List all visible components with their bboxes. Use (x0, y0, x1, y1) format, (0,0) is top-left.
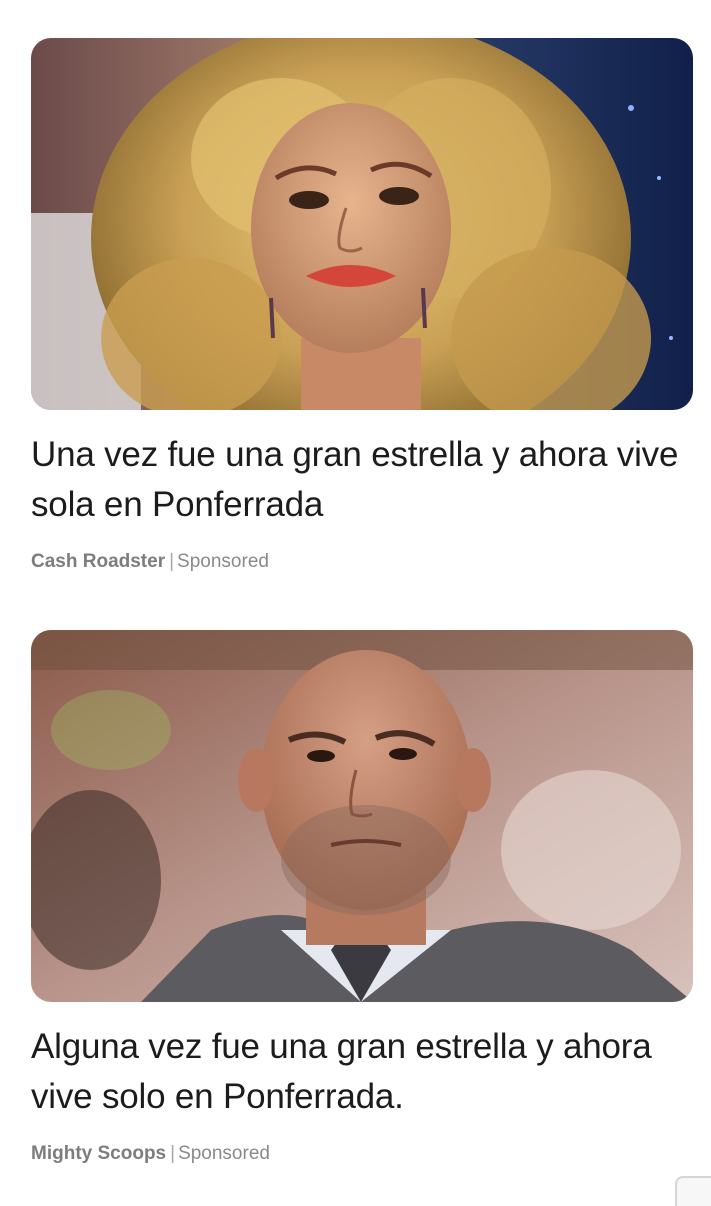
card-headline[interactable]: Una vez fue una gran estrella y ahora vi… (31, 430, 681, 530)
source-name[interactable]: Cash Roadster (31, 551, 165, 572)
floating-corner-control[interactable] (675, 1176, 711, 1206)
sponsored-label: Sponsored (177, 551, 269, 572)
meta-separator: | (170, 1143, 176, 1164)
card-attribution: Mighty Scoops | Sponsored (31, 1142, 693, 1166)
sponsored-card[interactable]: Alguna vez fue una gran estrella y ahora… (31, 630, 693, 1166)
sponsored-feed: Una vez fue una gran estrella y ahora vi… (0, 0, 711, 1206)
card-thumbnail[interactable] (31, 38, 693, 410)
source-name[interactable]: Mighty Scoops (31, 1143, 166, 1164)
meta-separator: | (169, 551, 175, 572)
woman-portrait-image (31, 38, 693, 410)
sponsored-card[interactable]: Una vez fue una gran estrella y ahora vi… (31, 38, 693, 574)
card-headline[interactable]: Alguna vez fue una gran estrella y ahora… (31, 1022, 681, 1122)
man-portrait-image (31, 630, 693, 1002)
card-attribution: Cash Roadster | Sponsored (31, 550, 693, 574)
card-thumbnail[interactable] (31, 630, 693, 1002)
sponsored-label: Sponsored (178, 1143, 270, 1164)
